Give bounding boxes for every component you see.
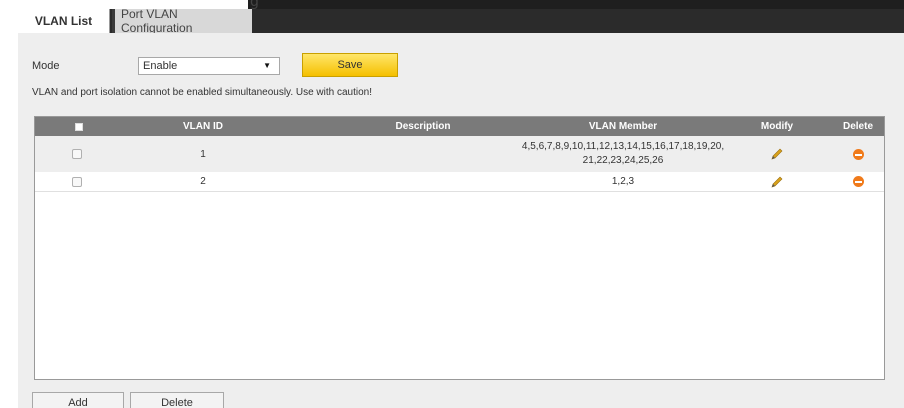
save-button[interactable]: Save: [302, 53, 398, 77]
add-button[interactable]: Add: [32, 392, 124, 408]
mode-select-value: Enable: [143, 60, 178, 72]
row-checkbox[interactable]: [72, 177, 82, 187]
pencil-icon[interactable]: [770, 147, 784, 161]
tab-bar: VLAN List Port VLAN Configuration: [18, 7, 904, 35]
vlan-member-cell: 4,5,6,7,8,9,10,11,12,13,14,15,16,17,18,1…: [505, 136, 741, 172]
table-row: 1 4,5,6,7,8,9,10,11,12,13,14,15,16,17,18…: [35, 136, 884, 172]
column-vlan-id: VLAN ID: [183, 121, 223, 132]
select-all-checkbox[interactable]: [75, 123, 83, 131]
delete-cell: [835, 172, 881, 191]
pencil-icon[interactable]: [770, 175, 784, 189]
delete-cell: [835, 136, 881, 172]
tab-port-vlan-configuration[interactable]: Port VLAN Configuration: [112, 7, 252, 35]
column-vlan-member: VLAN Member: [588, 121, 658, 132]
isolation-warning: VLAN and port isolation cannot be enable…: [32, 87, 373, 98]
delete-icon[interactable]: [852, 148, 864, 160]
chevron-down-icon: ▼: [263, 61, 271, 70]
table-row: 2 1,2,3: [35, 172, 884, 192]
vlan-member-cell: 1,2,3: [611, 175, 635, 187]
tab-vlan-list[interactable]: VLAN List: [18, 9, 110, 33]
vlan-member-line: 4,5,6,7,8,9,10,11,12,13,14,15,16,17,18,1…: [521, 141, 725, 152]
vlan-table: VLAN ID Description VLAN Member Modify D…: [34, 116, 885, 380]
vlan-id-cell: 2: [200, 176, 206, 187]
modify-cell: [745, 172, 809, 191]
delete-icon[interactable]: [852, 176, 864, 187]
column-delete: Delete: [842, 121, 873, 132]
delete-button[interactable]: Delete: [130, 392, 224, 408]
table-header: VLAN ID Description VLAN Member Modify D…: [35, 117, 884, 136]
row-checkbox[interactable]: [72, 149, 82, 159]
modify-cell: [745, 136, 809, 172]
vlan-id-cell: 1: [200, 148, 206, 160]
vlan-member-line: 21,22,23,24,25,26: [582, 155, 664, 166]
column-modify: Modify: [760, 121, 794, 132]
content-panel: Mode Enable ▼ Save VLAN and port isolati…: [18, 33, 904, 408]
mode-select[interactable]: Enable ▼: [138, 57, 280, 75]
mode-label: Mode: [32, 60, 60, 72]
